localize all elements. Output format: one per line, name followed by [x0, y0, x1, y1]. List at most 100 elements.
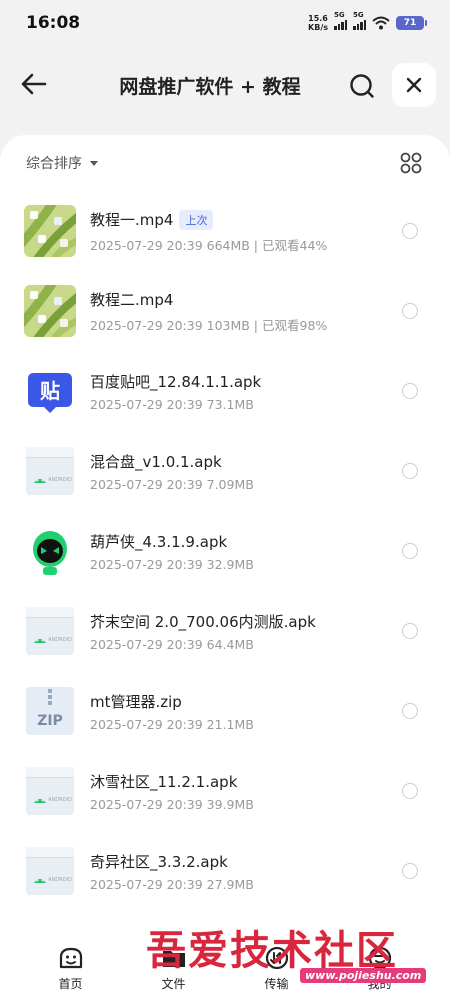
battery-level: 71: [403, 18, 417, 28]
file-info: 2025-07-29 20:39 39.9MB: [90, 796, 254, 812]
back-button[interactable]: [18, 68, 50, 100]
zip-file-icon: ZIP: [24, 685, 76, 737]
file-row[interactable]: ANDROID 沐雪社区_11.2.1.apk 2025-07-29 20:39 3…: [0, 751, 450, 831]
select-radio[interactable]: [402, 383, 418, 399]
nav-files[interactable]: 文件: [122, 936, 225, 1000]
file-info: 2025-07-29 20:39 21.1MB: [90, 716, 254, 732]
select-radio[interactable]: [402, 463, 418, 479]
file-name-row: 教程二.mp4: [90, 289, 327, 311]
file-row[interactable]: 教程二.mp4 2025-07-29 20:39 103MB | 已观看98%: [0, 271, 450, 351]
nav-home-label: 首页: [58, 977, 83, 991]
search-button[interactable]: [344, 68, 380, 104]
file-list: 教程一.mp4 上次 2025-07-29 20:39 664MB | 已观看44%…: [0, 191, 450, 911]
sim1-label: 5G: [334, 11, 345, 19]
file-meta: mt管理器.zip 2025-07-29 20:39 21.1MB: [90, 691, 254, 732]
svg-text:ANDROID: ANDROID: [48, 797, 72, 803]
svg-text:ANDROID: ANDROID: [48, 877, 72, 883]
file-name-row: 葫芦侠_4.3.1.9.apk: [90, 531, 254, 553]
status-icons: 15.6 KB/s 5G 5G 71: [308, 11, 427, 32]
select-radio[interactable]: [402, 223, 418, 239]
grid-icon: [400, 152, 422, 174]
file-info: 2025-07-29 20:39 27.9MB: [90, 876, 254, 892]
wifi-icon: [372, 16, 390, 30]
file-row[interactable]: ANDROID 奇异社区_3.3.2.apk 2025-07-29 20:39 27…: [0, 831, 450, 911]
grid-view-button[interactable]: [398, 150, 424, 176]
svg-text:ANDROID: ANDROID: [48, 477, 72, 483]
file-meta: 葫芦侠_4.3.1.9.apk 2025-07-29 20:39 32.9MB: [90, 531, 254, 572]
file-row[interactable]: 贴 百度贴吧_12.84.1.1.apk 2025-07-29 20:39 73.1…: [0, 351, 450, 431]
select-radio[interactable]: [402, 543, 418, 559]
profile-icon: [368, 946, 391, 970]
apk-file-icon: ANDROID: [24, 845, 76, 897]
select-radio[interactable]: [402, 783, 418, 799]
back-arrow-icon: [21, 73, 47, 95]
file-meta: 百度贴吧_12.84.1.1.apk 2025-07-29 20:39 73.1M…: [90, 371, 261, 412]
nav-home[interactable]: 首页: [19, 936, 122, 1000]
file-row[interactable]: ANDROID 芥末空间 2.0_700.06内测版.apk 2025-07-29 …: [0, 591, 450, 671]
file-name: mt管理器.zip: [90, 693, 182, 711]
sort-bar: 综合排序: [0, 135, 450, 191]
file-meta: 教程二.mp4 2025-07-29 20:39 103MB | 已观看98%: [90, 289, 327, 334]
file-name: 混合盘_v1.0.1.apk: [90, 453, 222, 471]
select-radio[interactable]: [402, 303, 418, 319]
file-meta: 混合盘_v1.0.1.apk 2025-07-29 20:39 7.09MB: [90, 451, 254, 492]
tieba-file-icon: 贴: [24, 365, 76, 417]
file-name: 沐雪社区_11.2.1.apk: [90, 773, 238, 791]
home-icon: [59, 947, 82, 969]
file-name: 教程二.mp4: [90, 291, 174, 309]
file-info: 2025-07-29 20:39 32.9MB: [90, 556, 254, 572]
file-info: 2025-07-29 20:39 664MB | 已观看44%: [90, 237, 328, 253]
file-name: 教程一.mp4: [90, 211, 174, 229]
file-row[interactable]: 教程一.mp4 上次 2025-07-29 20:39 664MB | 已观看44%: [0, 191, 450, 271]
chevron-down-icon: [90, 160, 98, 166]
file-name: 葫芦侠_4.3.1.9.apk: [90, 533, 228, 551]
transfer-icon: [265, 946, 288, 970]
file-info: 2025-07-29 20:39 64.4MB: [90, 636, 254, 652]
nav-transfer-label: 传输: [264, 977, 289, 991]
apk-file-icon: ANDROID: [24, 445, 76, 497]
page-title: 网盘推广软件 + 教程: [119, 75, 301, 98]
folder-icon: [162, 951, 185, 967]
close-icon: [406, 77, 422, 93]
status-bar: 16:08 15.6 KB/s 5G 5G 71: [0, 0, 450, 46]
file-name-row: 教程一.mp4 上次: [90, 209, 327, 231]
search-icon: [350, 74, 374, 98]
svg-text:ZIP: ZIP: [37, 713, 63, 729]
file-name-row: 百度贴吧_12.84.1.1.apk: [90, 371, 261, 393]
sim2-label: 5G: [353, 11, 364, 19]
apk-file-icon: ANDROID: [24, 605, 76, 657]
file-name-row: 奇异社区_3.3.2.apk: [90, 851, 254, 873]
file-info: 2025-07-29 20:39 73.1MB: [90, 396, 254, 412]
select-radio[interactable]: [402, 623, 418, 639]
file-name-row: 混合盘_v1.0.1.apk: [90, 451, 254, 473]
file-row[interactable]: ZIP mt管理器.zip 2025-07-29 20:39 21.1MB: [0, 671, 450, 751]
select-radio[interactable]: [402, 703, 418, 719]
file-panel: 综合排序 教程一.mp4 上次 2025-07-29 20:39 664MB | 已…: [0, 135, 450, 1000]
sort-dropdown[interactable]: 综合排序: [26, 153, 98, 173]
video-thumbnail: [24, 205, 76, 257]
video-thumbnail: [24, 285, 76, 337]
file-name-row: 芥末空间 2.0_700.06内测版.apk: [90, 611, 316, 633]
header: 网盘推广软件 + 教程: [0, 56, 450, 114]
signal-sim1-icon: 5G: [334, 11, 347, 30]
nav-transfer[interactable]: 传输: [225, 936, 328, 1000]
apk-file-icon: ANDROID: [24, 765, 76, 817]
nav-profile[interactable]: 我的: [328, 936, 431, 1000]
nav-files-label: 文件: [161, 977, 186, 991]
nav-profile-label: 我的: [367, 977, 392, 991]
file-name: 百度贴吧_12.84.1.1.apk: [90, 373, 262, 391]
file-info: 2025-07-29 20:39 103MB | 已观看98%: [90, 317, 328, 333]
file-meta: 芥末空间 2.0_700.06内测版.apk 2025-07-29 20:39 6…: [90, 611, 316, 652]
svg-text:ANDROID: ANDROID: [48, 637, 72, 643]
net-speed: 15.6 KB/s: [308, 14, 328, 32]
file-row[interactable]: ANDROID 混合盘_v1.0.1.apk 2025-07-29 20:39 7.…: [0, 431, 450, 511]
battery-icon: 71: [396, 16, 427, 30]
net-speed-value: 15.6: [308, 14, 328, 23]
file-name: 奇异社区_3.3.2.apk: [90, 853, 228, 871]
close-button[interactable]: [392, 63, 436, 107]
file-row[interactable]: 葫芦侠_4.3.1.9.apk 2025-07-29 20:39 32.9MB: [0, 511, 450, 591]
signal-sim2-icon: 5G: [353, 11, 366, 30]
net-speed-unit: KB/s: [308, 23, 328, 32]
status-time: 16:08: [26, 13, 81, 33]
select-radio[interactable]: [402, 863, 418, 879]
